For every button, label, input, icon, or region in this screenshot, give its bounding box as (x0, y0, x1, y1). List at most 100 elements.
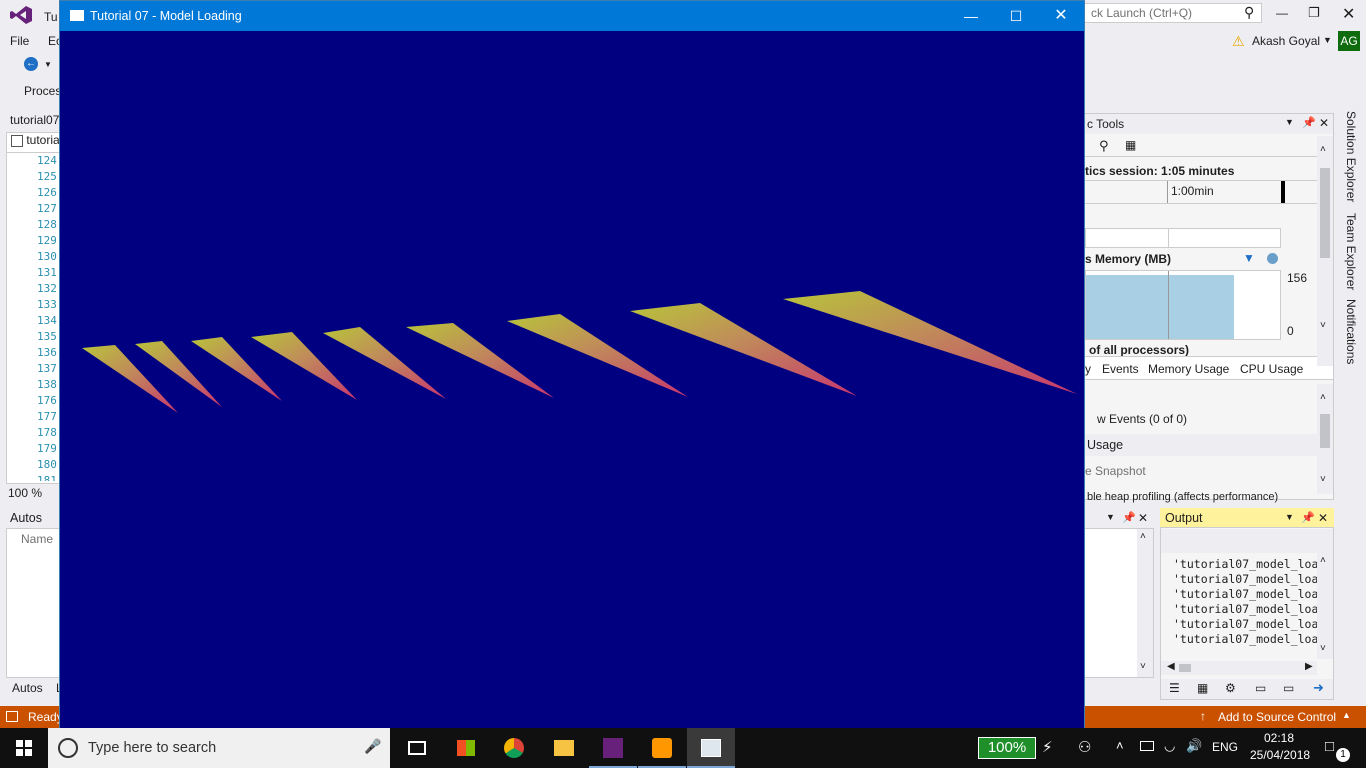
battery-icon[interactable] (1140, 741, 1154, 751)
zoom-level[interactable]: 100 % (8, 486, 42, 500)
clock-date[interactable]: 25/04/2018 (1250, 748, 1310, 762)
sublime-text-icon[interactable] (638, 728, 686, 768)
list-icon[interactable]: ☰ (1169, 681, 1180, 695)
tab-summary[interactable]: y (1085, 362, 1091, 376)
game-title-bar[interactable]: Tutorial 07 - Model Loading — ☐ ✕ (60, 1, 1084, 31)
volume-icon[interactable]: 🔊 (1186, 738, 1202, 754)
minimize-icon[interactable]: — (1276, 6, 1288, 20)
close-icon[interactable]: ✕ (1318, 511, 1328, 525)
chart-settings-icon[interactable]: ▦ (1125, 138, 1136, 152)
app-window-icon[interactable] (687, 728, 735, 768)
terminal-icon[interactable]: ▭ (1283, 681, 1294, 695)
visual-studio-icon[interactable] (589, 728, 637, 768)
pin-icon[interactable]: 📌 (1302, 116, 1316, 129)
people-icon[interactable]: ⚇ (1078, 738, 1091, 756)
settings-icon[interactable]: ⚙ (1225, 681, 1236, 695)
take-snapshot-button[interactable]: e Snapshot (1085, 464, 1146, 478)
microphone-icon[interactable]: 🎤 (364, 738, 381, 755)
diag-scrollbar[interactable]: ˄ ˅ (1317, 136, 1333, 366)
chevron-down-icon[interactable]: ▼ (1285, 117, 1294, 127)
line-number: 136 (37, 346, 57, 359)
output-tab-icon[interactable]: ➜ (1313, 680, 1324, 696)
zoom-in-icon[interactable]: ⚲ (1099, 138, 1109, 154)
line-number: 134 (37, 314, 57, 327)
close-button[interactable]: ✕ (1038, 1, 1084, 31)
tab-solution-explorer[interactable]: Solution Explorer (1344, 111, 1358, 202)
autos-tabstrip: Autos L (6, 678, 63, 698)
chevron-down-icon[interactable]: ˅ (1320, 643, 1326, 654)
quick-launch-input[interactable]: ck Launch (Ctrl+Q) (1084, 3, 1262, 23)
chevron-down-icon[interactable]: ˅ (1320, 320, 1326, 331)
chevron-up-icon[interactable]: ˄ (1320, 392, 1326, 403)
search-icon[interactable]: ⚲ (1244, 4, 1254, 21)
cortana-icon (58, 738, 78, 758)
chevron-down-icon[interactable]: ▼ (1323, 35, 1332, 45)
minimize-button[interactable]: — (948, 1, 994, 31)
events-track (1085, 228, 1281, 248)
events-count[interactable]: w Events (0 of 0) (1097, 412, 1187, 426)
chevron-up-icon[interactable]: ˄ (1140, 531, 1146, 542)
file-explorer-icon[interactable] (540, 728, 588, 768)
close-icon[interactable]: ✕ (1138, 511, 1148, 525)
pin-icon[interactable]: 📌 (1301, 511, 1315, 524)
game-window[interactable]: Tutorial 07 - Model Loading — ☐ ✕ (59, 0, 1085, 729)
chevron-up-icon[interactable]: ˄ (1116, 738, 1124, 753)
language-indicator[interactable]: ENG (1212, 740, 1238, 754)
chevron-down-icon[interactable]: ˅ (1140, 661, 1146, 672)
chevron-down-icon[interactable]: ▼ (1106, 512, 1115, 522)
stack-icon[interactable]: ▦ (1197, 681, 1208, 695)
add-to-source-control-button[interactable]: Add to Source Control (1218, 710, 1336, 724)
diag-header: c Tools ▼ 📌 ✕ (1085, 114, 1333, 134)
tab-team-explorer[interactable]: Team Explorer (1344, 213, 1358, 290)
task-view-icon[interactable] (392, 728, 440, 768)
notifications-icon[interactable]: □ (1325, 738, 1334, 755)
tab-notifications[interactable]: Notifications (1344, 299, 1358, 364)
diag-scrollbar-lower[interactable]: ˄ ˅ (1317, 384, 1333, 494)
clock-time[interactable]: 02:18 (1264, 731, 1294, 745)
tab-cpu-usage[interactable]: CPU Usage (1240, 362, 1303, 376)
store-icon[interactable] (441, 728, 489, 768)
chevron-left-icon[interactable]: ◀ (1167, 661, 1175, 672)
chevron-up-icon[interactable]: ˄ (1320, 144, 1326, 155)
taskbar-search-input[interactable]: Type here to search 🎤 (48, 728, 390, 768)
chevron-right-icon[interactable]: ▶ (1305, 661, 1313, 672)
chevron-down-icon[interactable]: ˅ (1320, 474, 1326, 485)
chevron-down-icon[interactable]: ▼ (1285, 512, 1294, 522)
code-editor[interactable]: tutoria 124 125 126 127 128 129 130 131 132 133 13… (6, 132, 60, 484)
process-label: Proces (24, 84, 62, 98)
tab-autos[interactable]: Autos (12, 681, 43, 695)
console-icon[interactable]: ▭ (1255, 681, 1266, 695)
timeline-cursor[interactable] (1281, 181, 1285, 203)
output-hscrollbar[interactable]: ◀ ▶ (1161, 661, 1317, 675)
wifi-icon[interactable]: ◡ (1164, 738, 1175, 754)
menu-file[interactable]: File (10, 34, 29, 48)
output-text[interactable]: 'tutorial07_model_loa'tutorial07_model_l… (1173, 557, 1318, 647)
timeline-ruler[interactable]: 1:00min (1085, 180, 1317, 204)
render-canvas[interactable] (60, 31, 1084, 729)
chevron-up-icon[interactable]: ▲ (1342, 710, 1351, 720)
tab-events[interactable]: Events (1102, 362, 1139, 376)
editor-tab[interactable]: tutorial07 (6, 113, 60, 131)
avatar[interactable]: AG (1338, 31, 1360, 51)
restore-icon[interactable]: ❐ (1308, 5, 1320, 21)
chrome-icon[interactable] (490, 728, 538, 768)
user-name[interactable]: Akash Goyal (1252, 34, 1320, 48)
navigate-back-icon[interactable]: ← (24, 57, 38, 71)
warning-icon: ⚠ (1232, 33, 1245, 49)
memory-area (1086, 275, 1234, 339)
output-scrollbar[interactable]: ˄ ˅ (1317, 553, 1333, 659)
windows-start-icon[interactable] (0, 728, 48, 768)
pin-icon[interactable]: 📌 (1122, 511, 1136, 524)
close-icon[interactable]: ✕ (1319, 116, 1329, 130)
memory-graph[interactable] (1085, 270, 1281, 340)
output-source-bar[interactable] (1161, 529, 1333, 553)
breakpoints-scrollbar[interactable]: ˄ ˅ (1137, 529, 1153, 677)
editor-file-dropdown[interactable]: tutoria (7, 133, 59, 153)
power-plug-icon[interactable]: ⚡ (1042, 738, 1053, 756)
close-icon[interactable]: ✕ (1342, 4, 1355, 24)
tab-memory-usage[interactable]: Memory Usage (1148, 362, 1229, 376)
maximize-button[interactable]: ☐ (993, 1, 1039, 31)
chevron-down-icon[interactable]: ▼ (44, 60, 52, 69)
chevron-up-icon[interactable]: ˄ (1320, 555, 1326, 566)
heap-profiling-checkbox[interactable]: ble heap profiling (affects performance) (1087, 491, 1278, 503)
